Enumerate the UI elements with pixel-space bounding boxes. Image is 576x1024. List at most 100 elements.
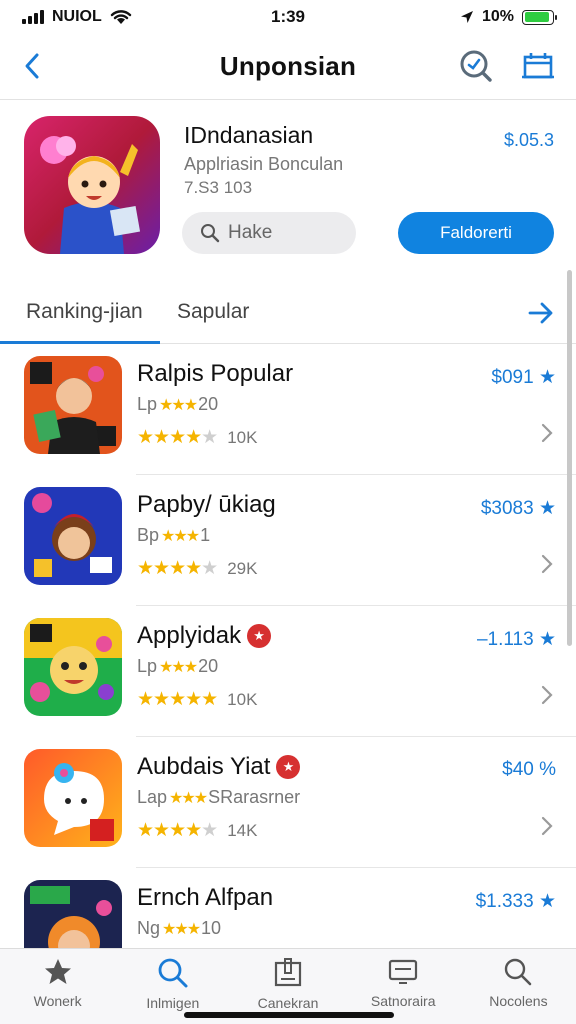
app-subtitle: Lp ★★★ 20 (137, 394, 218, 415)
subtitle-stars: ★★★ (169, 789, 208, 807)
search-button[interactable] (456, 46, 496, 86)
carrier-label: NUIOL (52, 8, 102, 25)
rating-count: 14K (227, 820, 258, 840)
calendar-button[interactable] (518, 46, 558, 86)
app-rating: ★★★★★ 10K (137, 426, 257, 449)
page-title: Unponsian (219, 51, 357, 81)
app-price-button[interactable]: $3083 ★ (481, 497, 556, 520)
rating-stars: ★★★★★ (137, 558, 218, 579)
location-icon (460, 11, 473, 23)
app-price-button[interactable]: $1.333 ★ (476, 890, 556, 913)
app-price-button[interactable]: $091 ★ (491, 366, 556, 389)
document-icon (274, 958, 302, 987)
featured-action-button[interactable]: Faldorerti (398, 212, 554, 254)
app-subtitle: Bp ★★★ 1 (137, 525, 210, 546)
chevron-right-icon (541, 816, 553, 836)
search-icon (505, 958, 532, 986)
subtitle-stars: ★★★ (161, 527, 200, 545)
app-rating: ★★★★★ 10K (137, 688, 257, 711)
app-name-text: Ralpis Popular (137, 360, 294, 387)
rating-stars: ★★★★★ (137, 427, 218, 448)
app-icon (24, 487, 122, 585)
app-subtitle-suffix: SRarasrner (208, 787, 301, 807)
featured-app-price[interactable]: $.05.3 (504, 130, 554, 151)
tabbar-item-nocolens[interactable]: Nocolens (461, 949, 576, 1024)
app-badge: ★ (247, 624, 272, 648)
app-icon (24, 618, 122, 716)
tray-icon (389, 959, 418, 984)
app-name-text: Applyidak (137, 622, 242, 649)
app-subtitle: Ng ★★★ 10 (137, 918, 221, 939)
app-subtitle: Lp ★★★ 20 (137, 656, 218, 677)
segment-tabs: Ranking-jian Sapular (0, 284, 576, 344)
home-indicator (184, 1012, 394, 1018)
featured-app-icon[interactable] (24, 116, 160, 254)
chevron-right-icon (541, 423, 553, 443)
app-list: Ralpis Popular Lp ★★★ 20 ★★★★★ 10K $091 … (0, 344, 576, 999)
battery-label: 10% (481, 8, 514, 25)
rating-stars: ★★★★★ (137, 689, 218, 710)
bottom-tab-bar: Wonerk Inlmigen Canekran Satnoraira Noco… (0, 948, 576, 1024)
app-icon (24, 749, 122, 847)
rating-count: 10K (227, 427, 258, 447)
rating-count: 10K (227, 689, 258, 709)
app-name: Ralpis Popular (137, 360, 293, 388)
tab-popular[interactable]: Sapular (177, 300, 249, 324)
app-subtitle-prefix: Ng (137, 918, 161, 938)
app-name-text: Papby/ ūkiag (137, 491, 276, 518)
subtitle-stars: ★★★ (162, 920, 201, 938)
status-bar: NUIOL 1:39 10% (0, 0, 576, 34)
app-name: Papby/ ūkiag (137, 491, 276, 519)
arrow-right-icon (528, 302, 553, 324)
app-badge: ★ (276, 755, 301, 779)
list-item[interactable]: Applyidak ★ Lp ★★★ 20 ★★★★★ 10K –1.113 ★ (0, 606, 576, 737)
scrollbar[interactable] (567, 270, 572, 646)
list-item[interactable]: Aubdais Yiat ★ Lap ★★★ SRarasrner ★★★★★ … (0, 737, 576, 868)
search-icon (201, 224, 220, 243)
rating-stars: ★★★★★ (137, 820, 218, 841)
wifi-icon (110, 10, 131, 24)
featured-app-meta: 7.S3 103 (184, 178, 253, 197)
featured-search-pill[interactable]: Hake (182, 212, 356, 254)
tabbar-label: Satnoraira (370, 993, 436, 1009)
search-icon (158, 958, 188, 988)
list-item[interactable]: Ralpis Popular Lp ★★★ 20 ★★★★★ 10K $091 … (0, 344, 576, 475)
featured-app-name: IDndanasian (184, 122, 314, 148)
battery-icon (522, 9, 557, 25)
chevron-right-icon (541, 554, 553, 574)
featured-app-subtitle: Applriasin Bonculan (184, 154, 344, 174)
subtitle-stars: ★★★ (159, 396, 198, 414)
app-rating: ★★★★★ 14K (137, 819, 257, 842)
signal-icon (22, 10, 44, 24)
chevron-left-icon (25, 53, 39, 79)
tabbar-item-wonerk[interactable]: Wonerk (0, 949, 115, 1024)
back-button[interactable] (14, 48, 50, 84)
app-name: Aubdais Yiat ★ (137, 753, 301, 781)
app-rating: ★★★★★ 29K (137, 557, 257, 580)
rating-count: 29K (227, 558, 258, 578)
app-subtitle-suffix: 10 (201, 918, 222, 938)
app-name-text: Ernch Alfpan (137, 884, 274, 911)
status-right: 10% (460, 8, 557, 26)
app-name: Applyidak ★ (137, 622, 272, 650)
list-item[interactable]: Papby/ ūkiag Bp ★★★ 1 ★★★★★ 29K $3083 ★ (0, 475, 576, 606)
tabbar-label: Nocolens (489, 993, 548, 1009)
app-subtitle-suffix: 20 (198, 656, 219, 676)
star-icon (44, 959, 71, 984)
tabbar-label: Canekran (257, 995, 319, 1011)
app-price-button[interactable]: $40 % (502, 759, 556, 781)
subtitle-stars: ★★★ (159, 658, 198, 676)
search-icon (460, 50, 492, 82)
app-subtitle-suffix: 20 (198, 394, 219, 414)
tab-ranking[interactable]: Ranking-jian (26, 300, 143, 324)
app-subtitle-prefix: Lp (137, 656, 158, 676)
app-price-button[interactable]: –1.113 ★ (477, 628, 556, 651)
chevron-right-icon (541, 685, 553, 705)
app-subtitle-prefix: Bp (137, 525, 160, 545)
tabbar-label: Inlmigen (146, 995, 200, 1011)
app-subtitle-suffix: 1 (200, 525, 211, 545)
more-arrow-button[interactable] (524, 296, 558, 330)
status-left: NUIOL (22, 8, 132, 26)
app-icon (24, 356, 122, 454)
featured-search-label: Hake (228, 222, 273, 243)
